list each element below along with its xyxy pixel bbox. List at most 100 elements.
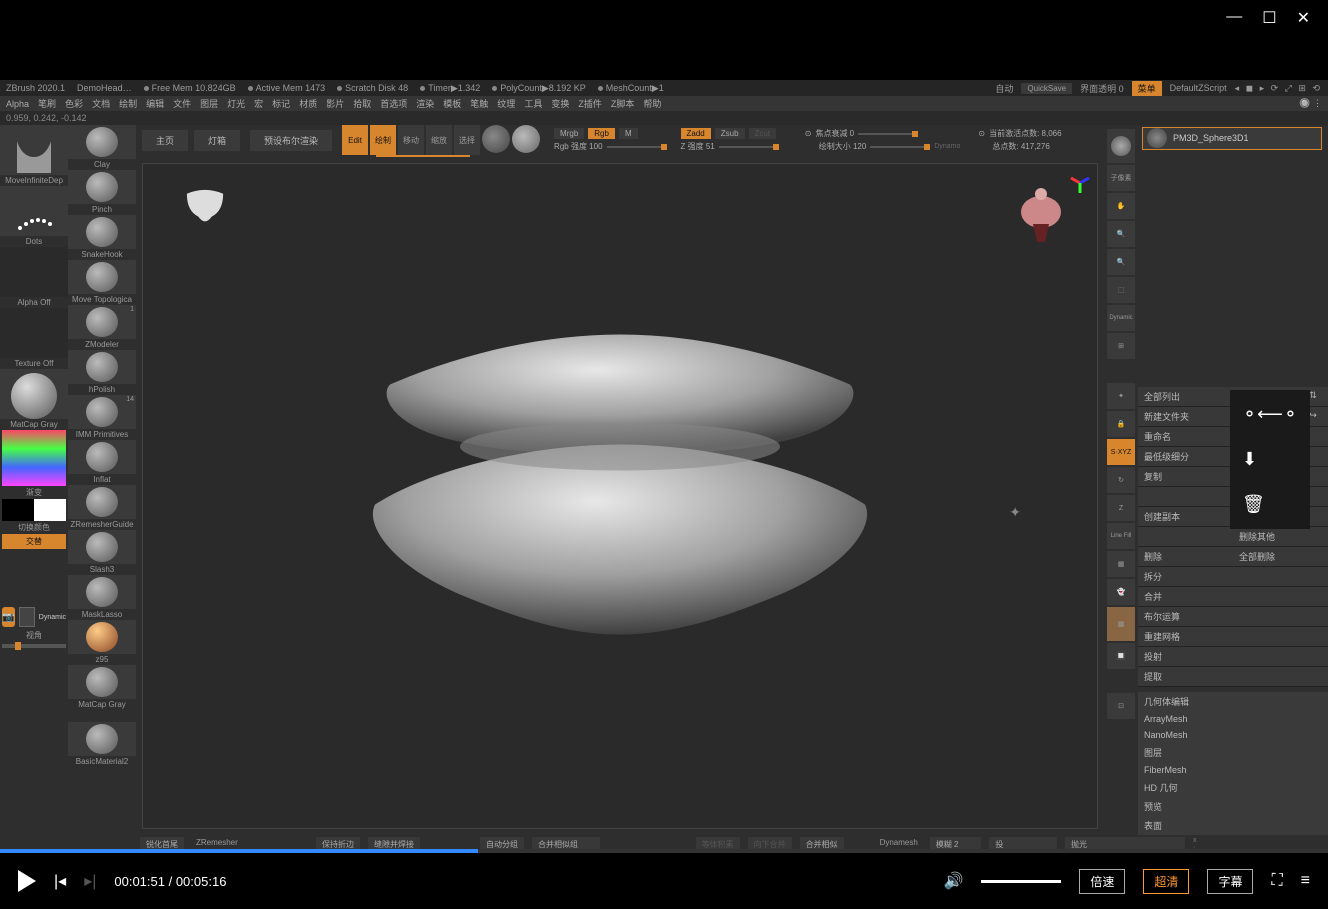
fullscreen-icon[interactable]: ⛶ [1271,872,1282,890]
tool-indicator-icon[interactable]: 🔘 ⋮ [1299,98,1322,109]
rail-zoom3d[interactable]: 🔍 [1107,221,1135,247]
download-icon[interactable]: ⬇ [1242,449,1298,470]
menu-edit[interactable]: 编辑 [146,97,164,110]
tab-lightbox[interactable]: 灯箱 [194,130,240,151]
ui-transparency[interactable]: 界面透明 0 [1080,82,1124,95]
brush-immprimitives[interactable]: 14 [68,395,136,429]
panel-option[interactable] [1233,607,1328,626]
zsub-button[interactable]: Zsub [715,128,745,139]
brush-zmodeler[interactable]: 1 [68,305,136,339]
mode-scale[interactable]: 缩放 [426,125,452,155]
rgb-intensity[interactable]: Rgb 强度 100 [554,141,602,152]
menu-help[interactable]: 帮助 [643,97,661,110]
menu-render[interactable]: 渲染 [416,97,434,110]
brush-snakehook[interactable] [68,215,136,249]
rail-frame[interactable]: ▦ [1107,607,1135,641]
panel-option[interactable]: 重建网格 [1138,627,1233,646]
brush-movetopo[interactable] [68,260,136,294]
rail-linefill[interactable]: Line Fill [1107,523,1135,549]
panel-option[interactable]: 删除 [1138,547,1233,566]
thumbnail-icon[interactable] [19,607,35,627]
panel-section-header[interactable]: NanoMesh [1138,727,1328,743]
menu-draw[interactable]: 绘制 [119,97,137,110]
default-zscript[interactable]: DefaultZScript [1170,83,1227,93]
alpha-slot[interactable] [0,247,68,297]
panel-option[interactable]: 提取 [1138,667,1233,686]
menu-texture[interactable]: 纹理 [497,97,515,110]
delete-icon[interactable]: 🗑 [1242,494,1298,515]
rail-lock[interactable]: 🔒 [1107,411,1135,437]
panel-option[interactable]: 删除其他 [1233,527,1328,546]
rail-snap-zoom[interactable]: ⊞ [1107,333,1135,359]
menu-toggle[interactable]: 菜单 [1132,81,1162,96]
rail-acsize[interactable]: ⬚ [1107,277,1135,303]
rail-xpose[interactable]: ⊡ [1107,693,1135,719]
quicksave-button[interactable]: QuickSave [1021,83,1072,94]
gizmo-toggle[interactable] [482,125,510,153]
panel-option[interactable]: 创建副本 [1138,507,1233,526]
material-basic2[interactable] [68,722,136,756]
zcut-button[interactable]: Zcut [749,128,777,139]
rail-z[interactable]: Z [1107,495,1135,521]
rail-transparent[interactable]: 👻 [1107,579,1135,605]
sculptris-toggle[interactable] [512,125,540,153]
window-minimize[interactable]: — [1226,8,1242,28]
viewport-canvas[interactable]: ✦ [142,163,1098,829]
brush-slash3[interactable] [68,530,136,564]
menu-stroke[interactable]: 笔触 [470,97,488,110]
panel-section-header[interactable]: 表面 [1138,816,1328,835]
share-icon[interactable]: ⚬⟵⚬ [1242,404,1298,425]
panel-section-header[interactable]: 预览 [1138,797,1328,816]
axis-gizmo-icon[interactable] [1069,172,1091,194]
menu-light[interactable]: 灯光 [227,97,245,110]
mode-select[interactable]: 选择 [454,125,480,155]
panel-section-header[interactable]: HD 几何 [1138,778,1328,797]
menu-file[interactable]: 文件 [173,97,191,110]
zadd-button[interactable]: Zadd [681,128,711,139]
rail-snap[interactable]: ✦ [1107,383,1135,409]
volume-icon[interactable]: 🔊 [943,871,963,891]
rgb-button[interactable]: Rgb [588,128,615,139]
panel-section-header[interactable]: FiberMesh [1138,762,1328,778]
panel-option[interactable]: 布尔运算 [1138,607,1233,626]
material-slot[interactable] [0,369,68,419]
panel-option[interactable] [1138,527,1233,546]
rail-symmetry-xyz[interactable]: S·XYZ [1107,439,1135,465]
menu-color[interactable]: 色彩 [65,97,83,110]
stroke-dots[interactable] [0,186,68,236]
panel-option[interactable]: 拆分 [1138,567,1233,586]
panel-section-header[interactable]: 图层 [1138,743,1328,762]
menu-tool[interactable]: 工具 [524,97,542,110]
next-button[interactable]: ▸| [84,871,96,891]
quality-button[interactable]: 超清 [1143,869,1189,894]
mrgb-button[interactable]: Mrgb [554,128,584,139]
brush-clay[interactable] [68,125,136,159]
subtitle-button[interactable]: 字幕 [1207,869,1253,894]
color-picker[interactable] [2,430,66,486]
toolbar-icons[interactable]: ◂ ◼ ▸ ⟳ ⤢ ⊞ ⟲ [1235,83,1322,94]
playlist-icon[interactable]: ≡ [1301,872,1310,890]
dynamesh-label[interactable]: Dynamesh [876,837,922,848]
menu-zscript[interactable]: Z脚本 [611,97,635,110]
panel-option[interactable]: 复制 [1138,467,1233,486]
brush-z95[interactable] [68,620,136,654]
panel-section-header[interactable]: 几何体编辑 [1138,692,1328,711]
panel-option[interactable] [1233,587,1328,606]
panel-option[interactable]: 全部删除 [1233,547,1328,566]
brush-inflat[interactable] [68,440,136,474]
panel-option[interactable]: 投射 [1138,647,1233,666]
menu-marker[interactable]: 标记 [272,97,290,110]
panel-option[interactable]: 最低级细分 [1138,447,1233,466]
brush-zremesherguide[interactable] [68,485,136,519]
menu-brush[interactable]: 笔刷 [38,97,56,110]
mode-draw[interactable]: 绘制 [370,125,396,155]
panel-option[interactable] [1233,627,1328,646]
brush-hpolish[interactable] [68,350,136,384]
menu-material[interactable]: 材质 [299,97,317,110]
menu-zplugin[interactable]: Z插件 [578,97,602,110]
menu-document[interactable]: 文档 [92,97,110,110]
alt-button[interactable]: 交替 [2,534,66,549]
draw-size[interactable]: 绘制大小 120 [819,141,867,152]
rail-subpixel[interactable]: 子像素 [1107,165,1135,191]
z-intensity[interactable]: Z 强度 51 [681,141,715,152]
